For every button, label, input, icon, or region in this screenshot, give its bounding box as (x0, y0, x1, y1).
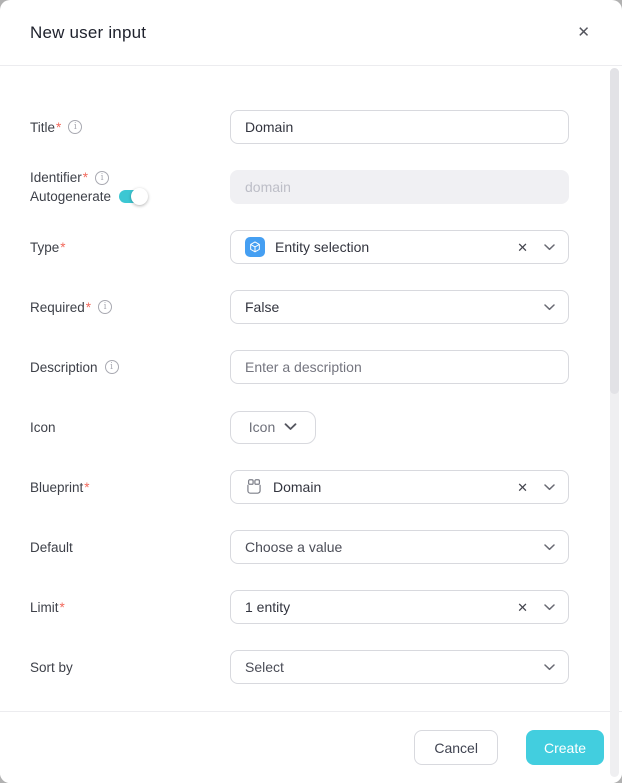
label-text: Required (30, 298, 85, 317)
chevron-down-icon[interactable] (544, 544, 555, 551)
scrollbar-thumb[interactable] (610, 68, 619, 394)
chevron-down-icon[interactable] (544, 664, 555, 671)
field-label-default: Default (30, 538, 230, 557)
icon-picker-button[interactable]: Icon (230, 411, 316, 444)
blueprint-select[interactable]: Domain ✕ (230, 470, 569, 504)
field-row-type: Type* Entity selection ✕ (30, 230, 622, 264)
toggle-knob (131, 188, 148, 205)
info-icon[interactable]: i (105, 360, 119, 374)
field-label-title: Title* i (30, 118, 230, 137)
required-asterisk: * (56, 118, 61, 137)
field-row-limit: Limit* 1 entity ✕ (30, 590, 622, 624)
limit-select-value: 1 entity (245, 599, 517, 615)
label-text: Identifier (30, 168, 82, 187)
default-select-value: Choose a value (245, 539, 544, 555)
sort-by-select[interactable]: Select (230, 650, 569, 684)
create-button[interactable]: Create (526, 730, 604, 765)
field-label-sort-by: Sort by (30, 658, 230, 677)
title-input[interactable] (230, 110, 569, 144)
field-row-identifier: Identifier* i Autogenerate (30, 170, 622, 204)
chevron-down-icon[interactable] (544, 244, 555, 251)
modal-body: Title* i Identifier* i Autogenerate (0, 66, 622, 684)
clear-icon[interactable]: ✕ (517, 241, 528, 254)
cancel-button[interactable]: Cancel (414, 730, 498, 765)
modal-footer: Cancel Create (0, 711, 622, 783)
field-label-required: Required* i (30, 298, 230, 317)
close-icon[interactable]: ✕ (573, 21, 594, 44)
modal-title: New user input (30, 23, 146, 43)
info-icon[interactable]: i (95, 171, 109, 185)
label-text: Title (30, 118, 55, 137)
label-text: Description (30, 358, 98, 377)
field-row-blueprint: Blueprint* Domain ✕ (30, 470, 622, 504)
clear-icon[interactable]: ✕ (517, 481, 528, 494)
sort-by-select-value: Select (245, 659, 544, 675)
blueprint-select-value: Domain (273, 479, 517, 495)
info-icon[interactable]: i (98, 300, 112, 314)
field-label-blueprint: Blueprint* (30, 478, 230, 497)
field-row-title: Title* i (30, 110, 622, 144)
default-select[interactable]: Choose a value (230, 530, 569, 564)
autogenerate-label: Autogenerate (30, 187, 111, 206)
required-asterisk: * (86, 298, 91, 317)
label-text: Default (30, 538, 73, 557)
field-row-icon: Icon Icon (30, 410, 622, 444)
field-label-limit: Limit* (30, 598, 230, 617)
required-asterisk: * (60, 598, 65, 617)
field-label-type: Type* (30, 238, 230, 257)
chevron-down-icon[interactable] (544, 484, 555, 491)
field-row-sort-by: Sort by Select (30, 650, 622, 684)
label-text: Sort by (30, 658, 73, 677)
chevron-down-icon[interactable] (544, 304, 555, 311)
required-asterisk: * (84, 478, 89, 497)
chevron-down-icon[interactable] (544, 604, 555, 611)
new-user-input-modal: New user input ✕ Title* i Identifier* i … (0, 0, 622, 783)
modal-header: New user input ✕ (0, 0, 622, 66)
required-asterisk: * (60, 238, 65, 257)
type-select[interactable]: Entity selection ✕ (230, 230, 569, 264)
entity-cube-icon (245, 237, 265, 257)
blueprint-icon (245, 478, 263, 496)
identifier-input (230, 170, 569, 204)
scrollbar-track[interactable] (610, 68, 619, 777)
required-select-value: False (245, 299, 544, 315)
clear-icon[interactable]: ✕ (517, 601, 528, 614)
required-select[interactable]: False (230, 290, 569, 324)
field-label-icon: Icon (30, 418, 230, 437)
info-icon[interactable]: i (68, 120, 82, 134)
label-text: Limit (30, 598, 59, 617)
field-row-required: Required* i False (30, 290, 622, 324)
field-row-description: Description i (30, 350, 622, 384)
label-text: Type (30, 238, 59, 257)
autogenerate-toggle[interactable] (119, 190, 145, 203)
description-input[interactable] (230, 350, 569, 384)
field-label-description: Description i (30, 358, 230, 377)
required-asterisk: * (83, 168, 88, 187)
field-label-identifier: Identifier* i Autogenerate (30, 168, 230, 206)
field-row-default: Default Choose a value (30, 530, 622, 564)
chevron-down-icon (284, 423, 297, 431)
icon-button-label: Icon (249, 419, 275, 435)
label-text: Icon (30, 418, 56, 437)
type-select-value: Entity selection (275, 239, 517, 255)
limit-select[interactable]: 1 entity ✕ (230, 590, 569, 624)
label-text: Blueprint (30, 478, 83, 497)
